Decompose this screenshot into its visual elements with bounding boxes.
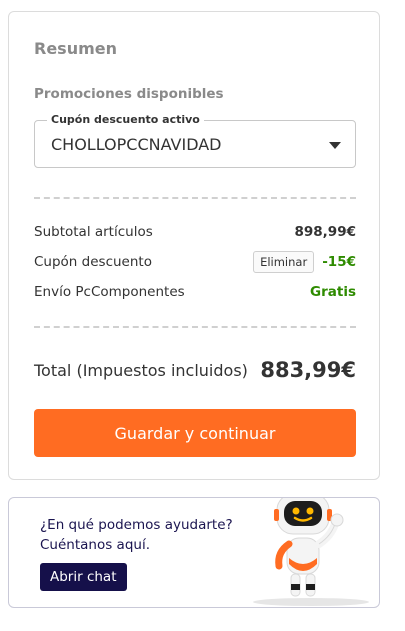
subtotal-row: Subtotal artículos 898,99€ <box>34 220 356 244</box>
total-label: Total (Impuestos incluidos) <box>34 360 248 380</box>
chevron-down-icon <box>329 142 341 149</box>
robot-mascot <box>253 498 369 606</box>
shipping-label: Envío PcComponentes <box>34 284 185 300</box>
summary-title: Resumen <box>34 39 117 58</box>
coupon-row: Cupón descuento Eliminar -15€ <box>34 250 356 274</box>
coupon-label: Cupón descuento <box>34 254 152 270</box>
total-row: Total (Impuestos incluidos) 883,99€ <box>34 355 356 385</box>
coupon-select-label: Cupón descuento activo <box>47 113 204 127</box>
shipping-row: Envío PcComponentes Gratis <box>34 280 356 304</box>
coupon-select-value: CHOLLOPCCNAVIDAD <box>51 135 222 154</box>
save-continue-button[interactable]: Guardar y continuar <box>34 409 356 457</box>
help-chat-card: ¿En qué podemos ayudarte? Cuéntanos aquí… <box>8 497 380 608</box>
total-value: 883,99€ <box>260 358 356 382</box>
order-summary-card: Resumen Promociones disponibles Cupón de… <box>8 11 380 480</box>
help-prompt: Cuéntanos aquí. <box>40 537 150 553</box>
subtotal-value: 898,99€ <box>294 224 357 240</box>
divider <box>34 197 356 199</box>
divider <box>34 326 356 328</box>
coupon-select[interactable]: Cupón descuento activo CHOLLOPCCNAVIDAD <box>34 113 356 168</box>
help-question: ¿En qué podemos ayudarte? <box>40 517 233 533</box>
promotions-heading: Promociones disponibles <box>34 86 224 102</box>
help-message: ¿En qué podemos ayudarte? Cuéntanos aquí… <box>40 515 250 555</box>
coupon-discount-value: -15€ <box>322 254 356 270</box>
remove-coupon-button[interactable]: Eliminar <box>253 251 315 273</box>
open-chat-button[interactable]: Abrir chat <box>40 563 127 591</box>
subtotal-label: Subtotal artículos <box>34 224 153 240</box>
shipping-value: Gratis <box>310 284 356 300</box>
